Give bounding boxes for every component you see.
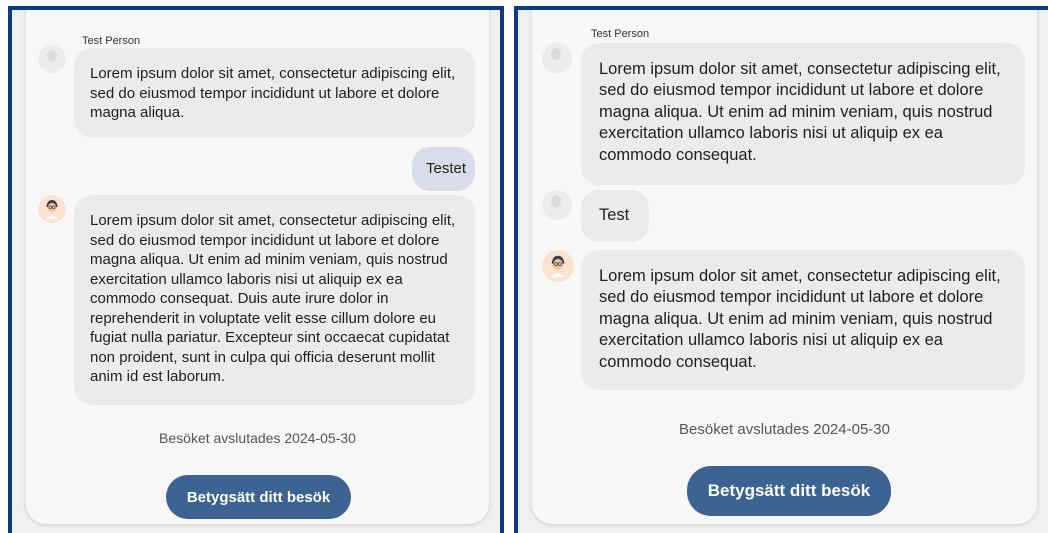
rate-visit-button[interactable]: Betygsätt ditt besök bbox=[687, 466, 891, 516]
message-bubble-incoming: Lorem ipsum dolor sit amet, consectetur … bbox=[74, 195, 475, 405]
person-placeholder-icon bbox=[542, 43, 572, 73]
doctor-avatar-icon bbox=[542, 250, 574, 282]
person-placeholder-icon bbox=[38, 45, 66, 73]
doctor-avatar-icon bbox=[38, 195, 66, 223]
visit-ended-status: Besöket avslutades 2024-05-30 bbox=[679, 421, 890, 438]
message-bubble-incoming: Lorem ipsum dolor sit amet, consectetur … bbox=[581, 250, 1025, 390]
person-placeholder-icon bbox=[542, 190, 572, 220]
doctor-avatar-icon bbox=[38, 195, 66, 223]
sender-name: Test Person bbox=[591, 28, 650, 40]
sender-name: Test Person bbox=[82, 35, 141, 47]
chat-card: Test Person Lorem ipsum dolor sit amet, … bbox=[532, 10, 1037, 524]
message-bubble-incoming: Lorem ipsum dolor sit amet, consectetur … bbox=[581, 43, 1025, 185]
message-bubble-incoming: Lorem ipsum dolor sit amet, consectetur … bbox=[74, 48, 475, 138]
chat-panel-right: Test Person Lorem ipsum dolor sit amet, … bbox=[514, 6, 1048, 533]
chat-panel-left: Test Person Lorem ipsum dolor sit amet, … bbox=[8, 6, 504, 533]
visit-ended-status: Besöket avslutades 2024-05-30 bbox=[159, 430, 356, 446]
message-bubble-outgoing: Testet bbox=[412, 147, 475, 191]
message-bubble-incoming: Test bbox=[581, 190, 649, 242]
chat-card: Test Person Lorem ipsum dolor sit amet, … bbox=[26, 10, 489, 524]
doctor-avatar-icon bbox=[542, 250, 574, 282]
rate-visit-button[interactable]: Betygsätt ditt besök bbox=[166, 475, 351, 519]
